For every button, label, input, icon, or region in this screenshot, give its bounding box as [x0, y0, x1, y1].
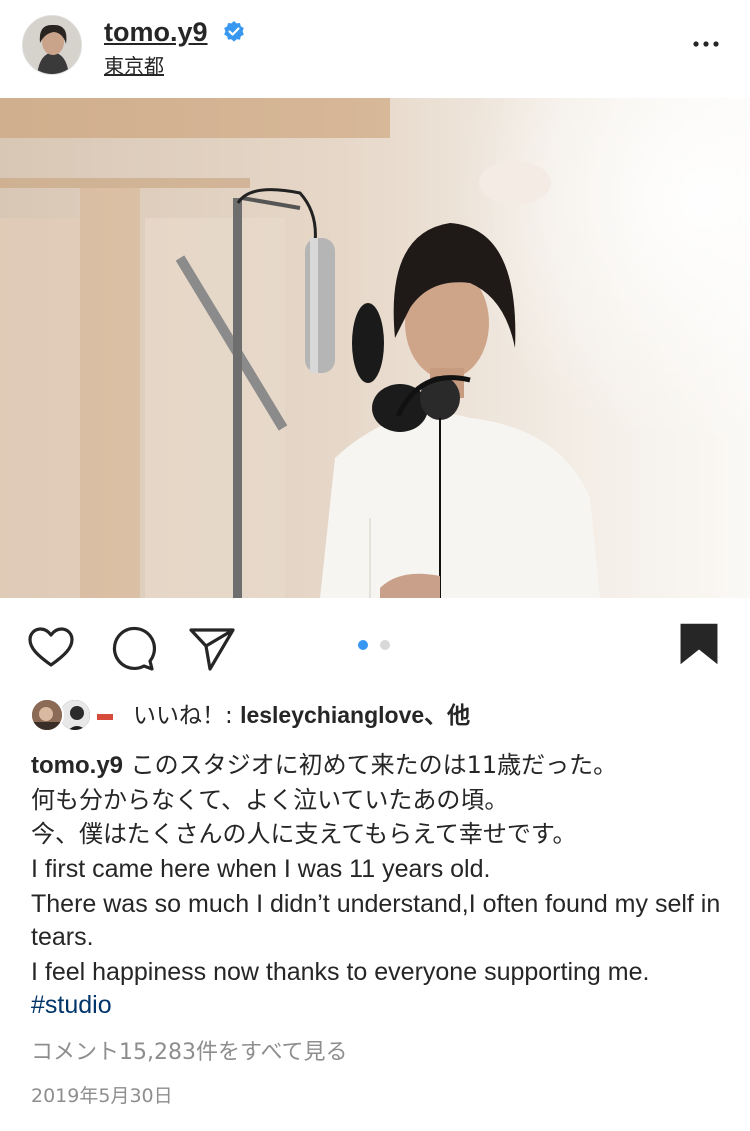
- verified-badge-icon: [224, 21, 244, 42]
- liker-avatar[interactable]: [30, 698, 64, 732]
- caption-line: I feel happiness now thanks to everyone …: [31, 956, 721, 1022]
- avatar-image: [23, 16, 81, 74]
- caption-text: There was so much I didn’t understand,I …: [31, 890, 721, 951]
- caption-line: tomo.y9 このスタジオに初めて来たのは11歳だった。: [31, 748, 721, 783]
- caption-text: I feel happiness now thanks to everyone …: [31, 958, 650, 986]
- carousel-dot: [380, 640, 390, 650]
- liker-avatar-image: [60, 700, 90, 730]
- view-all-comments-link[interactable]: コメント15,283件をすべて見る: [31, 1038, 348, 1068]
- caption-text: 今、僕はたくさんの人に支えてもらえて幸せです。: [31, 820, 577, 848]
- likes-row: いいね！: lesleychianglove、他: [0, 690, 750, 740]
- post-caption: tomo.y9 このスタジオに初めて来たのは11歳だった。 何も分からなくて、よ…: [31, 748, 721, 1022]
- hashtag-link[interactable]: #studio: [31, 991, 112, 1019]
- studio-photo-illustration: [0, 98, 750, 598]
- caption-text: I first came here when I was 11 years ol…: [31, 855, 491, 883]
- comment-bubble-icon[interactable]: [108, 624, 156, 672]
- caption-text: 何も分からなくて、よく泣いていたあの頃。: [31, 786, 509, 814]
- save-bookmark-icon[interactable]: [675, 620, 723, 668]
- more-options-icon[interactable]: [690, 34, 722, 54]
- carousel-dot-active: [358, 640, 368, 650]
- carousel-indicator: [358, 640, 394, 650]
- post-date: 2019年5月30日: [31, 1085, 173, 1107]
- likes-user-link[interactable]: lesleychianglove: [240, 702, 424, 728]
- profile-avatar[interactable]: [22, 15, 82, 75]
- username-link[interactable]: tomo.y9: [104, 16, 208, 48]
- post-header: tomo.y9 東京都: [0, 0, 750, 98]
- location-link[interactable]: 東京都: [104, 54, 164, 78]
- liker-avatar-image: [88, 700, 118, 730]
- likes-summary[interactable]: いいね！: lesleychianglove、他: [133, 701, 470, 730]
- share-send-icon[interactable]: [188, 624, 236, 672]
- liker-avatar-image: [32, 700, 62, 730]
- like-heart-icon[interactable]: [27, 624, 75, 672]
- caption-text: このスタジオに初めて来たのは11歳だった。: [123, 751, 618, 779]
- likes-suffix[interactable]: 、他: [424, 702, 470, 728]
- action-bar: [0, 598, 750, 690]
- likes-prefix: いいね！:: [133, 703, 241, 729]
- caption-username-link[interactable]: tomo.y9: [31, 752, 123, 779]
- post-photo[interactable]: [0, 98, 750, 598]
